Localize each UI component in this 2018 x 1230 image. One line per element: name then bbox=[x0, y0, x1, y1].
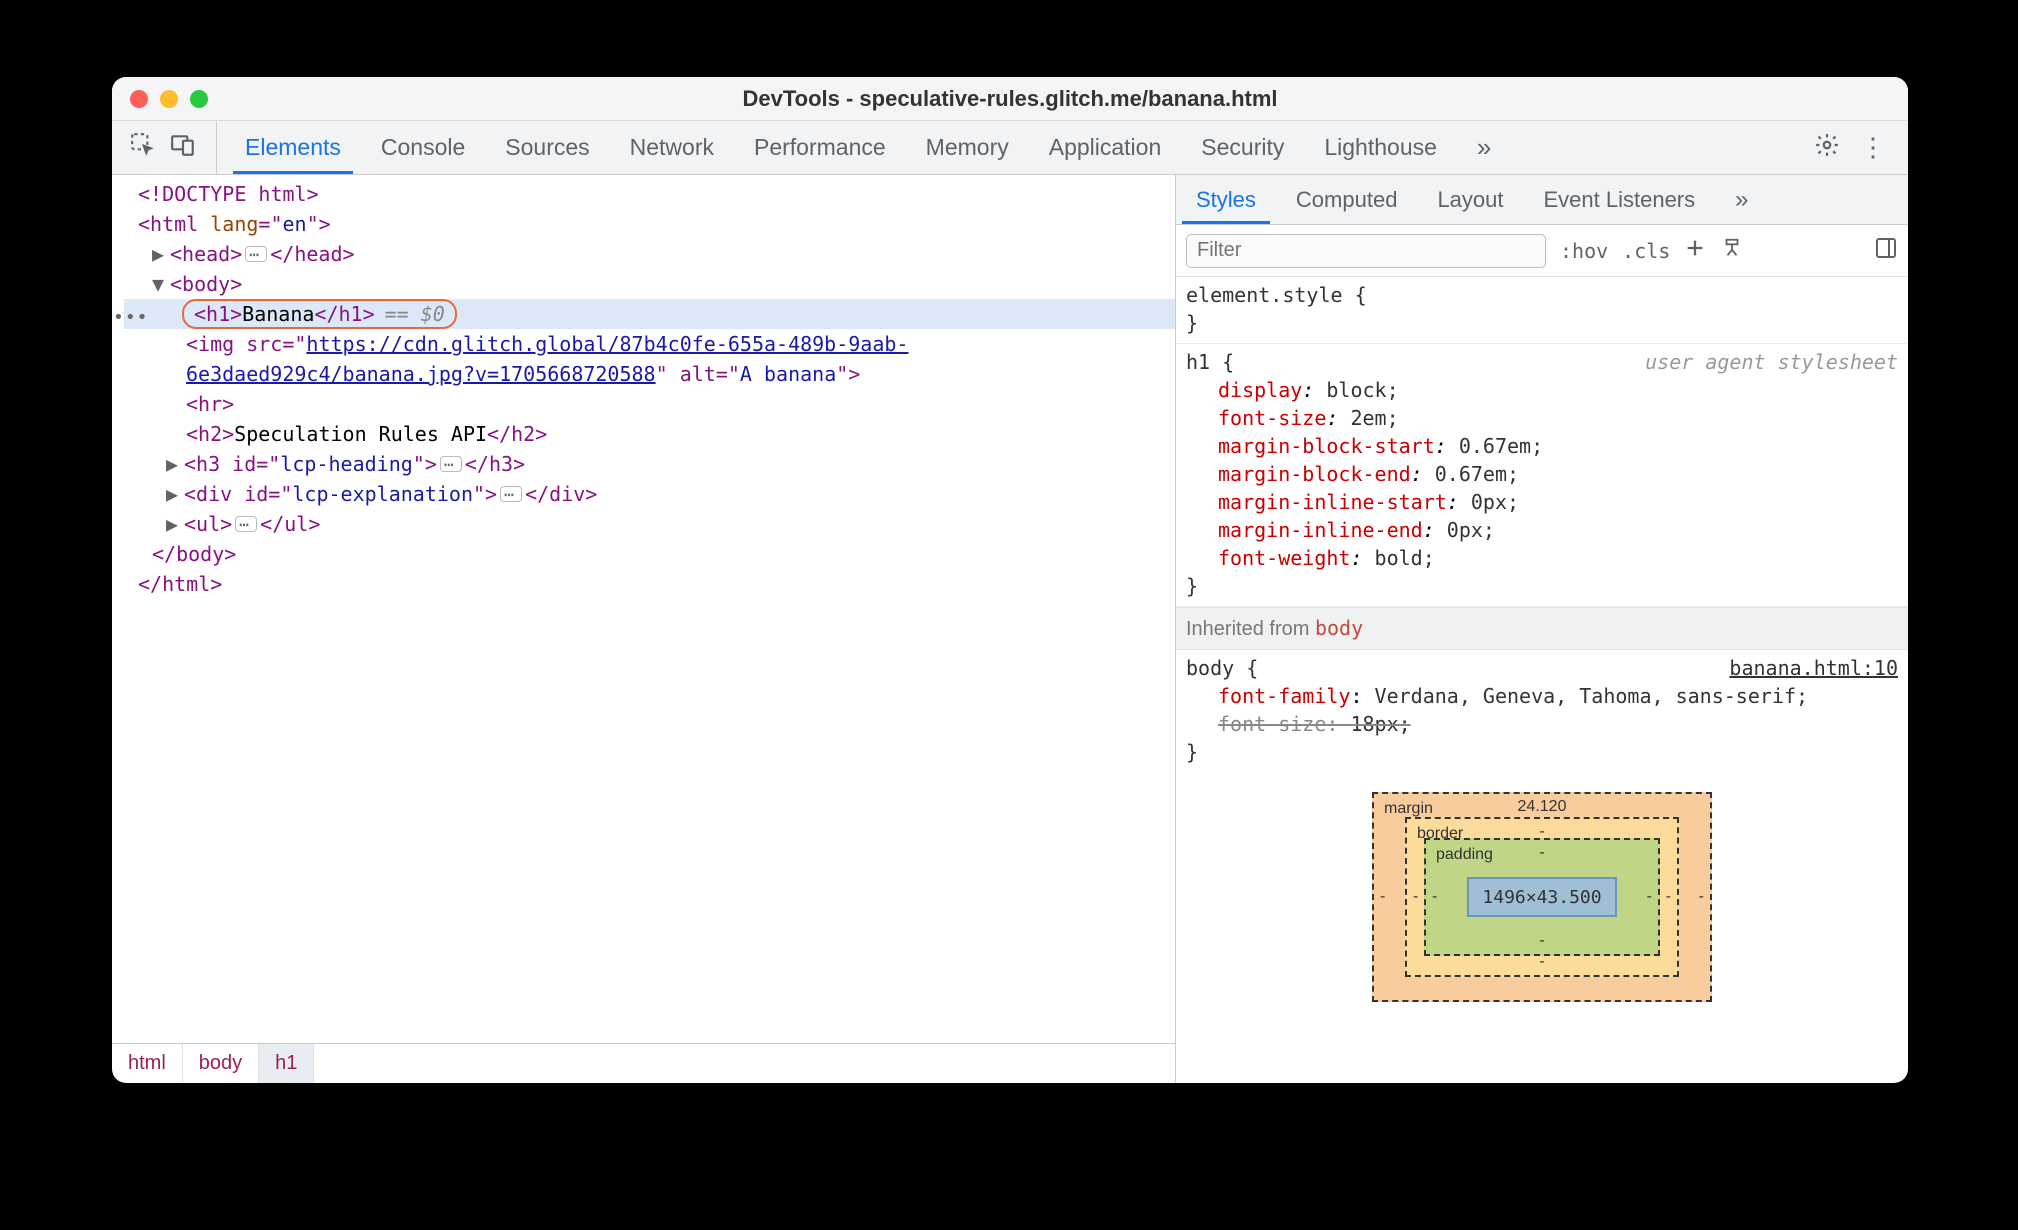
dom-head[interactable]: ▶<head></head> bbox=[124, 239, 1175, 269]
device-toggle-icon[interactable] bbox=[170, 132, 196, 164]
keyboard-icon[interactable] bbox=[1720, 237, 1744, 265]
new-style-rule-icon[interactable] bbox=[1684, 237, 1706, 265]
rule-body[interactable]: banana.html:10 body { font-family: Verda… bbox=[1176, 650, 1908, 772]
collapsed-ellipsis-icon[interactable] bbox=[235, 516, 257, 532]
dom-ul[interactable]: ▶<ul></ul> bbox=[124, 509, 1175, 539]
minimize-window-button[interactable] bbox=[160, 90, 178, 108]
bm-padding-label: padding bbox=[1436, 846, 1493, 864]
inspect-element-icon[interactable] bbox=[130, 132, 156, 164]
dom-html-open[interactable]: <html lang="en"> bbox=[124, 209, 1175, 239]
styles-filter-input[interactable] bbox=[1186, 234, 1546, 268]
bm-margin-label: margin bbox=[1384, 800, 1433, 818]
hov-toggle[interactable]: :hov bbox=[1560, 239, 1608, 263]
tab-security[interactable]: Security bbox=[1181, 121, 1304, 174]
rtabs-overflow-button[interactable]: » bbox=[1715, 175, 1768, 224]
dom-h2[interactable]: <h2>Speculation Rules API</h2> bbox=[124, 419, 1175, 449]
expand-icon[interactable]: ▶ bbox=[166, 479, 184, 509]
bm-content-size[interactable]: 1496×43.500 bbox=[1467, 877, 1617, 917]
close-window-button[interactable] bbox=[130, 90, 148, 108]
dom-h1-open: <h1> bbox=[194, 299, 242, 329]
rtab-styles[interactable]: Styles bbox=[1176, 175, 1276, 224]
dom-div[interactable]: ▶<div id="lcp-explanation"></div> bbox=[124, 479, 1175, 509]
dom-h1-text: Banana bbox=[242, 299, 314, 329]
more-actions-icon[interactable]: ••• bbox=[113, 303, 149, 333]
tab-lighthouse[interactable]: Lighthouse bbox=[1304, 121, 1457, 174]
tab-memory[interactable]: Memory bbox=[906, 121, 1029, 174]
styles-rules[interactable]: element.style { } user agent stylesheet … bbox=[1176, 277, 1908, 1083]
rule-origin: user agent stylesheet bbox=[1645, 348, 1898, 376]
zoom-window-button[interactable] bbox=[190, 90, 208, 108]
tab-console[interactable]: Console bbox=[361, 121, 485, 174]
crumb-h1[interactable]: h1 bbox=[259, 1044, 314, 1083]
window-title: DevTools - speculative-rules.glitch.me/b… bbox=[112, 86, 1908, 112]
crumb-body[interactable]: body bbox=[183, 1044, 259, 1083]
dom-tree[interactable]: <!DOCTYPE html> <html lang="en"> ▶<head>… bbox=[112, 175, 1175, 1043]
tab-performance[interactable]: Performance bbox=[734, 121, 906, 174]
dom-body-open[interactable]: ▼<body> bbox=[124, 269, 1175, 299]
rtab-event-listeners[interactable]: Event Listeners bbox=[1524, 175, 1716, 224]
box-model[interactable]: margin 24.120 - - border - - - - bbox=[1176, 772, 1908, 1002]
file-link[interactable]: banana.html:10 bbox=[1729, 654, 1898, 682]
collapsed-ellipsis-icon[interactable] bbox=[440, 456, 462, 472]
collapsed-ellipsis-icon[interactable] bbox=[245, 246, 267, 262]
panel-tabs: Elements Console Sources Network Perform… bbox=[225, 121, 1511, 174]
styles-pane: Styles Computed Layout Event Listeners »… bbox=[1176, 175, 1908, 1083]
rtab-computed[interactable]: Computed bbox=[1276, 175, 1418, 224]
rule-element-style[interactable]: element.style { } bbox=[1176, 277, 1908, 344]
computed-sidebar-toggle-icon[interactable] bbox=[1874, 236, 1898, 266]
dom-body-close[interactable]: </body> bbox=[124, 539, 1175, 569]
collapsed-ellipsis-icon[interactable] bbox=[500, 486, 522, 502]
inherited-section: Inherited from body bbox=[1176, 607, 1908, 650]
cls-toggle[interactable]: .cls bbox=[1622, 239, 1670, 263]
elements-pane: <!DOCTYPE html> <html lang="en"> ▶<head>… bbox=[112, 175, 1176, 1083]
sidebar-tabs: Styles Computed Layout Event Listeners » bbox=[1176, 175, 1908, 225]
dom-doctype[interactable]: <!DOCTYPE html> bbox=[124, 179, 1175, 209]
settings-icon[interactable] bbox=[1814, 132, 1840, 164]
kebab-menu-icon[interactable]: ⋮ bbox=[1860, 132, 1886, 163]
dom-img-alt: A banana bbox=[740, 362, 836, 386]
dom-img[interactable]: <img src="https://cdn.glitch.global/87b4… bbox=[124, 329, 1175, 389]
bm-margin-top[interactable]: 24.120 bbox=[1518, 798, 1567, 816]
expand-icon[interactable]: ▶ bbox=[152, 239, 170, 269]
breadcrumb: html body h1 bbox=[112, 1043, 1175, 1083]
expand-icon[interactable]: ▶ bbox=[166, 509, 184, 539]
dom-html-close[interactable]: </html> bbox=[124, 569, 1175, 599]
dom-h1-close: </h1> bbox=[314, 299, 374, 329]
dollar-zero-hint: == $0 bbox=[385, 299, 445, 329]
dom-h1-selected[interactable]: ••• <h1>Banana</h1> == $0 bbox=[124, 299, 1175, 329]
dom-hr[interactable]: <hr> bbox=[124, 389, 1175, 419]
styles-filter-bar: :hov .cls bbox=[1176, 225, 1908, 277]
rule-h1[interactable]: user agent stylesheet h1 { display: bloc… bbox=[1176, 344, 1908, 607]
devtools-window: DevTools - speculative-rules.glitch.me/b… bbox=[112, 77, 1908, 1083]
rtab-layout[interactable]: Layout bbox=[1417, 175, 1523, 224]
main-toolbar: Elements Console Sources Network Perform… bbox=[112, 121, 1908, 175]
tab-application[interactable]: Application bbox=[1029, 121, 1182, 174]
tab-network[interactable]: Network bbox=[610, 121, 734, 174]
collapse-icon[interactable]: ▼ bbox=[152, 269, 170, 299]
tab-sources[interactable]: Sources bbox=[485, 121, 609, 174]
expand-icon[interactable]: ▶ bbox=[166, 449, 184, 479]
tabs-overflow-button[interactable]: » bbox=[1457, 121, 1511, 174]
crumb-html[interactable]: html bbox=[112, 1044, 183, 1083]
titlebar: DevTools - speculative-rules.glitch.me/b… bbox=[112, 77, 1908, 121]
tab-elements[interactable]: Elements bbox=[225, 121, 361, 174]
dom-h3[interactable]: ▶<h3 id="lcp-heading"></h3> bbox=[124, 449, 1175, 479]
